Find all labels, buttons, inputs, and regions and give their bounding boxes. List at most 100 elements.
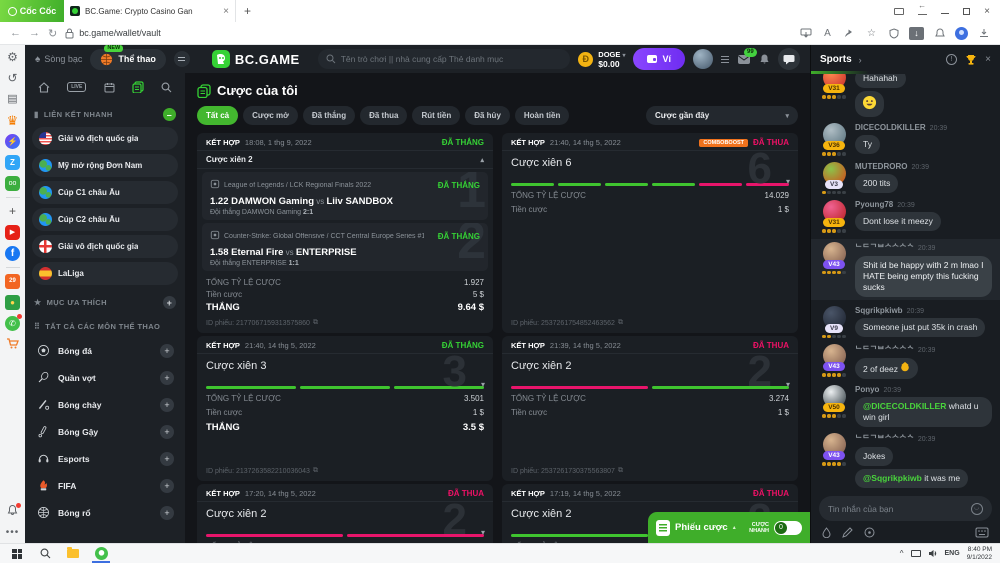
copy-icon[interactable]: ⧉ <box>313 467 318 475</box>
filter-pill[interactable]: Hoàn tiền <box>515 106 569 125</box>
username[interactable]: Sqgrikpkiwb20:39 <box>855 306 992 315</box>
tray-expand-icon[interactable]: ^ <box>900 549 904 558</box>
bell-icon[interactable] <box>759 53 770 65</box>
collapse-caret-icon[interactable]: ▴ <box>480 156 484 164</box>
expand-caret-icon[interactable]: ▾ <box>786 177 790 186</box>
notifications-icon[interactable] <box>933 27 946 40</box>
quick-link-item[interactable]: LaLiga <box>32 262 178 285</box>
wallet-button[interactable]: Ví <box>633 48 685 70</box>
send-to-device-icon[interactable] <box>799 27 812 40</box>
settings-icon[interactable]: ⚙ <box>5 50 20 65</box>
chat-message[interactable]: V3MUTEDRORO20:39200 tits <box>819 162 992 195</box>
rewards-app-icon[interactable]: ● <box>5 295 20 310</box>
chat-message[interactable]: V50Ponyo20:39@DICECOLDKILLER whatd u win… <box>819 385 992 427</box>
sidebar-search-icon[interactable] <box>161 82 172 93</box>
crown-icon[interactable]: ♛ <box>5 113 20 128</box>
expand-caret-icon[interactable]: ▾ <box>481 380 485 389</box>
bet-title-row[interactable]: Cược xiên 2▴ <box>197 150 493 169</box>
chat-message[interactable]: V9Sqgrikpkiwb20:39Someone just put 35k i… <box>819 306 992 339</box>
shield-icon[interactable] <box>887 27 900 40</box>
betslip-button[interactable]: Phiếu cược ▴ CƯỢC NHANH 0 <box>648 512 810 543</box>
bet-card[interactable]: KẾT HỢP21:39, 14 thg 5, 2022ĐÃ THUACược … <box>502 336 798 481</box>
sort-dropdown[interactable]: Cược gần đây ▾ <box>646 106 798 125</box>
quick-link-item[interactable]: Giải vô địch quốc gia <box>32 235 178 258</box>
history-icon[interactable]: ↺ <box>5 71 20 86</box>
live-icon[interactable]: LIVE <box>67 82 86 92</box>
copy-icon[interactable]: ⧉ <box>313 319 318 327</box>
sports-toggle[interactable]: NEW Thể thao <box>90 49 166 70</box>
shop-app-icon[interactable]: 29 <box>5 274 20 289</box>
coin-flip-icon[interactable] <box>864 527 875 538</box>
copy-icon[interactable]: ⧉ <box>618 467 623 475</box>
expand-plus-button[interactable]: + <box>160 371 174 385</box>
expand-plus-button[interactable]: + <box>160 425 174 439</box>
chat-message[interactable]: V31Pyoung7820:39Dont lose it meezy <box>819 200 992 233</box>
schedule-icon[interactable] <box>104 82 115 93</box>
bet-card[interactable]: KẾT HỢP21:40, 14 thg 5, 2022ĐÃ THẮNGCược… <box>197 336 493 481</box>
sports-menu-toggle-icon[interactable] <box>174 51 190 67</box>
browser-bell-icon[interactable] <box>5 504 20 519</box>
rain-tip-icon[interactable] <box>822 527 831 538</box>
new-tab-button[interactable]: + <box>244 4 251 18</box>
filter-pill[interactable]: Rút tiền <box>412 106 460 125</box>
chat-toggle-button[interactable] <box>778 48 800 70</box>
expand-caret-icon[interactable]: ▾ <box>786 380 790 389</box>
start-button[interactable] <box>4 544 30 563</box>
bcgame-logo[interactable]: BC.GAME <box>212 50 300 68</box>
games-icon[interactable]: oo <box>5 176 20 191</box>
quick-link-item[interactable]: Cúp C2 châu Âu <box>32 208 178 231</box>
mention[interactable]: @DICECOLDKILLER <box>863 401 946 411</box>
messenger-icon[interactable]: ⚡ <box>5 134 20 149</box>
cart-icon[interactable] <box>5 337 20 352</box>
expand-plus-button[interactable]: + <box>160 452 174 466</box>
emoji-picker-icon[interactable] <box>971 503 983 515</box>
username[interactable]: Pyoung7820:39 <box>855 200 992 209</box>
casino-link[interactable]: ♠ Sòng bạc <box>35 54 82 65</box>
quick-link-item[interactable]: Giải vô địch quốc gia <box>32 127 178 150</box>
mention[interactable]: @Sqgrikpkiwb <box>863 473 922 483</box>
copy-icon[interactable]: ⧉ <box>618 319 623 327</box>
username[interactable]: MUTEDRORO20:39 <box>855 162 992 171</box>
translate-icon[interactable]: A <box>821 27 834 40</box>
bet-card[interactable]: KẾT HỢP21:40, 14 thg 5, 2022COMBOBOOSTĐÃ… <box>502 133 798 333</box>
gif-keyboard-icon[interactable] <box>975 527 989 538</box>
expand-plus-button[interactable]: + <box>160 506 174 520</box>
share-icon[interactable] <box>843 27 856 40</box>
close-window-button[interactable]: × <box>984 6 990 17</box>
chat-message[interactable]: V36DICECOLDKILLER20:39Ty <box>819 123 992 156</box>
facebook-icon[interactable]: f <box>5 246 20 261</box>
sport-item-tennis[interactable]: Quần vợt+ <box>32 364 178 391</box>
quick-bet-toggle[interactable]: 0 <box>774 521 802 535</box>
filter-pill[interactable]: Cược mở <box>243 106 298 125</box>
profile-icon[interactable] <box>955 27 968 40</box>
sport-item-baseball[interactable]: Bóng chày+ <box>32 391 178 418</box>
add-shortcut-icon[interactable]: + <box>5 204 20 219</box>
expand-plus-button[interactable]: + <box>160 398 174 412</box>
url-box[interactable]: bc.game/wallet/vault <box>65 28 625 39</box>
chat-tab-sports[interactable]: Sports <box>820 54 852 65</box>
chat-message[interactable]: V43ᄂᄃᄀᄇᄉᄉᄉᄾ20:39Shit id be happy with 2 … <box>811 239 1000 300</box>
coccoc-taskbar-icon[interactable] <box>88 544 114 563</box>
quick-link-item[interactable]: Cúp C1 châu Âu <box>32 181 178 204</box>
taskbar-clock[interactable]: 8:40 PM 9/1/2022 <box>967 546 992 561</box>
language-indicator[interactable]: ENG <box>945 550 960 557</box>
chat-input[interactable] <box>828 504 966 514</box>
network-icon[interactable] <box>911 550 921 557</box>
chat-message[interactable]: V31Hahahah <box>819 74 992 117</box>
expand-plus-button[interactable]: + <box>160 479 174 493</box>
tab-preview-icon[interactable] <box>894 8 904 15</box>
pencil-icon[interactable] <box>842 527 853 538</box>
downloads-tray-icon[interactable] <box>977 27 990 40</box>
username[interactable]: DICECOLDKILLER20:39 <box>855 123 992 132</box>
url-text[interactable]: bc.game/wallet/vault <box>79 28 161 38</box>
chat-input-box[interactable] <box>819 496 992 521</box>
back-button[interactable]: ← <box>10 27 21 39</box>
search-input[interactable] <box>341 54 563 64</box>
filter-pill[interactable]: Đã hủy <box>465 106 510 125</box>
bet-card[interactable]: KẾT HỢP17:20, 14 thg 5, 2022ĐÃ THUACược … <box>197 484 493 543</box>
youtube-icon[interactable]: ▶ <box>5 225 20 240</box>
chat-close-icon[interactable]: × <box>985 54 991 65</box>
home-icon[interactable] <box>38 82 50 93</box>
zalo-icon[interactable]: Z <box>5 155 20 170</box>
sport-item-basketball[interactable]: Bóng rổ+ <box>32 499 178 526</box>
